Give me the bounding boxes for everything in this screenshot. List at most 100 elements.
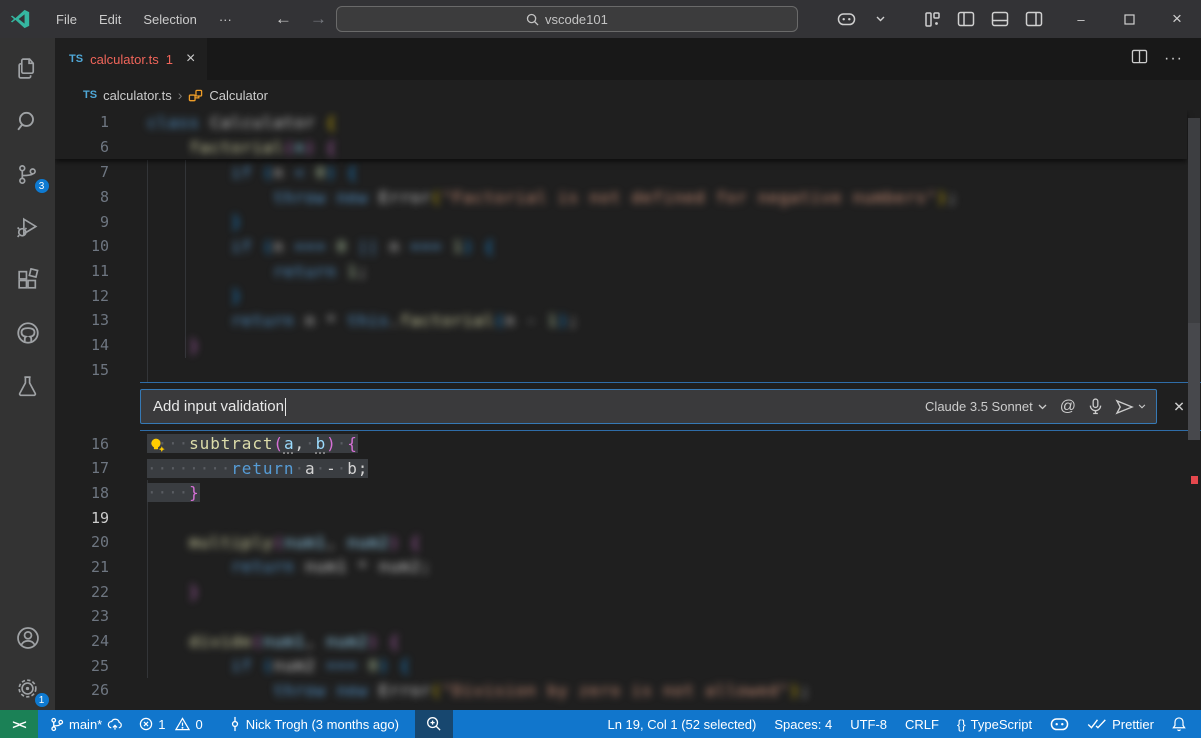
copilot-icon[interactable] xyxy=(831,6,861,32)
menu-selection[interactable]: Selection xyxy=(132,6,207,32)
code-line-18[interactable]: 18····} xyxy=(55,481,1201,506)
tab-close-icon[interactable]: × xyxy=(186,50,195,68)
code-line-17[interactable]: 17········return·a·-·b; xyxy=(55,456,1201,481)
model-picker[interactable]: Claude 3.5 Sonnet xyxy=(925,399,1047,414)
forward-arrow-icon[interactable]: → xyxy=(301,9,336,29)
code-line-15[interactable]: 15 xyxy=(55,358,1201,383)
code-line-11[interactable]: 11 return 1; xyxy=(55,259,1201,284)
menu-more[interactable]: ··· xyxy=(208,6,243,32)
code-text: return n * this.factorial(n - 1); xyxy=(147,311,579,330)
code-line-10[interactable]: 10 if (n === 0 || n === 1) { xyxy=(55,234,1201,259)
branch-status-item[interactable]: main* xyxy=(42,710,131,738)
extensions-icon[interactable] xyxy=(12,266,44,294)
code-line-9[interactable]: 9 } xyxy=(55,209,1201,234)
accounts-icon[interactable] xyxy=(12,624,44,652)
maximize-button[interactable] xyxy=(1105,0,1153,38)
github-icon[interactable] xyxy=(12,319,44,347)
zoom-status-item[interactable] xyxy=(415,710,453,738)
encoding-item[interactable]: UTF-8 xyxy=(841,710,896,738)
toggle-secondary-sidebar-icon[interactable] xyxy=(1019,6,1049,32)
chevron-down-icon[interactable] xyxy=(865,6,895,32)
breadcrumb-file[interactable]: calculator.ts xyxy=(103,88,172,103)
testing-icon[interactable] xyxy=(12,372,44,400)
code-line-23[interactable]: 23 xyxy=(55,604,1201,629)
code-text: } xyxy=(147,212,242,231)
explorer-icon[interactable] xyxy=(12,54,44,82)
code-line-6[interactable]: 6 factorial(n) { xyxy=(55,135,1187,160)
eol-item[interactable]: CRLF xyxy=(896,710,948,738)
encoding: UTF-8 xyxy=(850,717,887,732)
toggle-panel-icon[interactable] xyxy=(985,6,1015,32)
code-line-12[interactable]: 12 } xyxy=(55,283,1201,308)
close-window-button[interactable]: × xyxy=(1153,0,1201,38)
minimize-button[interactable]: – xyxy=(1057,0,1105,38)
sticky-scroll[interactable]: 1class Calculator {6 factorial(n) { xyxy=(55,110,1187,159)
line-number: 20 xyxy=(55,533,109,551)
run-debug-icon[interactable] xyxy=(12,213,44,241)
settings-badge: 1 xyxy=(34,692,50,708)
line-number: 6 xyxy=(55,138,109,156)
search-sidebar-icon[interactable] xyxy=(12,107,44,135)
toggle-sidebar-icon[interactable] xyxy=(951,6,981,32)
code-text: factorial(n) { xyxy=(147,138,337,157)
status-bar: >< main* 1 0 Nick Trogh (3 months ago) L… xyxy=(0,710,1201,738)
overview-ruler-error-mark xyxy=(1191,476,1198,484)
attach-context-button[interactable]: @ xyxy=(1060,398,1076,416)
back-arrow-icon[interactable]: ← xyxy=(266,9,301,29)
code-text: if (num2 === 0) { xyxy=(147,656,410,675)
send-button[interactable] xyxy=(1115,399,1146,415)
code-action-lightbulb-icon[interactable] xyxy=(149,437,166,454)
zoom-in-icon xyxy=(426,716,442,732)
line-number: 1 xyxy=(55,113,109,131)
command-center-search[interactable]: vscode101 xyxy=(336,6,798,32)
chevron-down-icon xyxy=(1138,404,1146,409)
remote-indicator[interactable]: >< xyxy=(0,710,38,738)
notifications-bell-item[interactable] xyxy=(1163,710,1195,738)
language-mode: TypeScript xyxy=(971,717,1032,732)
formatter-status-item[interactable]: Prettier xyxy=(1078,710,1163,738)
menu-file[interactable]: File xyxy=(45,6,88,32)
title-bar: File Edit Selection ··· ← → vscode101 xyxy=(0,0,1201,38)
split-editor-icon[interactable] xyxy=(1131,49,1148,69)
code-line-14[interactable]: 14 } xyxy=(55,333,1201,358)
code-line-26[interactable]: 26 throw new Error("Division by zero is … xyxy=(55,678,1201,703)
more-actions-icon[interactable]: ··· xyxy=(1164,50,1183,68)
blame-status-item[interactable]: Nick Trogh (3 months ago) xyxy=(221,710,407,738)
bell-icon xyxy=(1172,716,1186,732)
scrollbar-slider-segment[interactable] xyxy=(1188,323,1200,440)
source-control-icon[interactable]: 3 xyxy=(12,160,44,188)
microphone-icon[interactable] xyxy=(1089,398,1102,415)
code-line-7[interactable]: 7 if (n < 0) { xyxy=(55,160,1201,185)
warning-count: 0 xyxy=(195,717,202,732)
indentation-item[interactable]: Spaces: 4 xyxy=(765,710,841,738)
code-editor[interactable]: 7 if (n < 0) {8 throw new Error("Factori… xyxy=(55,110,1201,710)
code-line-19[interactable]: 19 xyxy=(55,505,1201,530)
problems-status-item[interactable]: 1 0 xyxy=(131,710,210,738)
code-line-8[interactable]: 8 throw new Error("Factorial is not defi… xyxy=(55,185,1201,210)
code-line-13[interactable]: 13 return n * this.factorial(n - 1); xyxy=(55,308,1201,333)
inline-chat-zone: Add input validation Claude 3.5 Sonnet @ xyxy=(140,382,1201,431)
code-line-21[interactable]: 21 return num1 * num2; xyxy=(55,555,1201,580)
cursor-position-item[interactable]: Ln 19, Col 1 (52 selected) xyxy=(598,710,765,738)
line-number: 17 xyxy=(55,459,109,477)
code-line-25[interactable]: 25 if (num2 === 0) { xyxy=(55,653,1201,678)
line-number: 22 xyxy=(55,583,109,601)
settings-gear-icon[interactable]: 1 xyxy=(12,674,44,702)
language-mode-item[interactable]: {} TypeScript xyxy=(948,710,1041,738)
code-line-20[interactable]: 20 multiply(num1, num2) { xyxy=(55,530,1201,555)
code-line-22[interactable]: 22 } xyxy=(55,579,1201,604)
typescript-file-icon: TS xyxy=(69,53,83,65)
breadcrumb: TS calculator.ts › Calculator xyxy=(55,80,1201,110)
inline-chat-input[interactable]: Add input validation Claude 3.5 Sonnet @ xyxy=(140,389,1157,424)
copilot-status-item[interactable] xyxy=(1041,710,1078,738)
code-line-16[interactable]: 16····subtract(a,·b)·{ xyxy=(55,431,1201,456)
vertical-scrollbar[interactable] xyxy=(1187,110,1201,710)
code-line-1[interactable]: 1class Calculator { xyxy=(55,110,1187,135)
breadcrumb-symbol[interactable]: Calculator xyxy=(209,88,268,103)
customize-layout-icon[interactable] xyxy=(917,6,947,32)
tab-calculator-ts[interactable]: TS calculator.ts 1 × xyxy=(55,38,207,80)
code-line-24[interactable]: 24 divide(num1, num2) { xyxy=(55,629,1201,654)
code-text: if (n === 0 || n === 1) { xyxy=(147,237,495,256)
menu-edit[interactable]: Edit xyxy=(88,6,132,32)
indentation: Spaces: 4 xyxy=(774,717,832,732)
